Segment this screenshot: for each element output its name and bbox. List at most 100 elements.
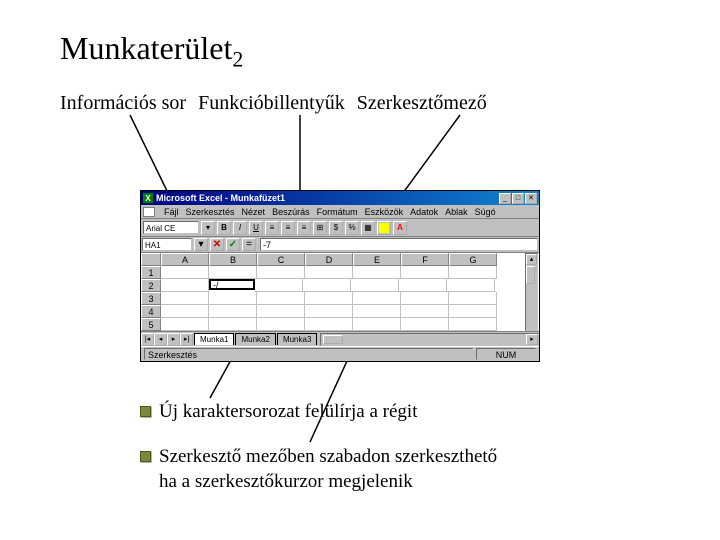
- equals-button[interactable]: =: [242, 238, 256, 251]
- cell[interactable]: [401, 266, 449, 279]
- toolbar-dropdown-icon[interactable]: ▾: [201, 221, 215, 235]
- cell[interactable]: [257, 266, 305, 279]
- vertical-scrollbar[interactable]: ▴: [525, 253, 538, 331]
- cell[interactable]: [401, 305, 449, 318]
- confirm-edit-button[interactable]: ✓: [226, 238, 240, 251]
- cell[interactable]: [255, 279, 303, 292]
- namebox-dropdown-icon[interactable]: ▾: [194, 238, 208, 251]
- toolbar: Arial CE ▾ B I U ≡ ≡ ≡ ⊞ $ % ▦ A: [141, 219, 539, 237]
- cell[interactable]: [305, 305, 353, 318]
- bold-button[interactable]: B: [217, 221, 231, 235]
- cell[interactable]: [353, 318, 401, 331]
- menu-data[interactable]: Adatok: [410, 207, 438, 217]
- active-cell[interactable]: -/: [209, 279, 255, 290]
- sheet-tab-1[interactable]: Munka1: [194, 333, 234, 345]
- row-header[interactable]: 1: [141, 266, 161, 279]
- cell[interactable]: [257, 318, 305, 331]
- page-title: Munkaterület2: [60, 30, 660, 72]
- row-header[interactable]: 3: [141, 292, 161, 305]
- cell[interactable]: [353, 266, 401, 279]
- percent-button[interactable]: %: [345, 221, 359, 235]
- cell[interactable]: [161, 279, 209, 292]
- menu-window[interactable]: Ablak: [445, 207, 468, 217]
- fill-color-button[interactable]: [377, 221, 391, 235]
- cancel-edit-button[interactable]: ✕: [210, 238, 224, 251]
- cell[interactable]: [257, 292, 305, 305]
- col-header[interactable]: G: [449, 253, 497, 266]
- cell[interactable]: [351, 279, 399, 292]
- align-right-button[interactable]: ≡: [297, 221, 311, 235]
- cell[interactable]: [209, 292, 257, 305]
- merge-button[interactable]: ⊞: [313, 221, 327, 235]
- cell[interactable]: [401, 318, 449, 331]
- align-left-button[interactable]: ≡: [265, 221, 279, 235]
- menu-tools[interactable]: Eszközök: [365, 207, 404, 217]
- status-numlock: NUM: [476, 348, 536, 360]
- menu-insert[interactable]: Beszúrás: [272, 207, 310, 217]
- cell[interactable]: [353, 292, 401, 305]
- cell[interactable]: [305, 292, 353, 305]
- name-box[interactable]: HA1: [142, 238, 192, 251]
- col-header[interactable]: B: [209, 253, 257, 266]
- cell[interactable]: [449, 305, 497, 318]
- sheet-tab-2[interactable]: Munka2: [235, 333, 275, 345]
- row-header[interactable]: 4: [141, 305, 161, 318]
- cell[interactable]: [209, 318, 257, 331]
- font-color-button[interactable]: A: [393, 221, 407, 235]
- menu-help[interactable]: Súgó: [475, 207, 496, 217]
- select-all-corner[interactable]: [141, 253, 161, 266]
- cell[interactable]: [161, 266, 209, 279]
- column-headers: A B C D E F G: [161, 253, 497, 266]
- cell[interactable]: [209, 305, 257, 318]
- minimize-button[interactable]: _: [499, 193, 511, 204]
- cell[interactable]: [305, 266, 353, 279]
- cell[interactable]: [401, 292, 449, 305]
- tab-nav-first-icon[interactable]: |◂: [141, 333, 154, 346]
- cell[interactable]: [449, 266, 497, 279]
- tab-nav-next-icon[interactable]: ▸: [167, 333, 180, 346]
- cell[interactable]: [161, 318, 209, 331]
- tab-nav-prev-icon[interactable]: ◂: [154, 333, 167, 346]
- cell[interactable]: [161, 292, 209, 305]
- col-header[interactable]: A: [161, 253, 209, 266]
- cell[interactable]: [449, 318, 497, 331]
- menu-file[interactable]: Fájl: [164, 207, 179, 217]
- scroll-thumb[interactable]: [323, 335, 343, 344]
- cell[interactable]: [257, 305, 305, 318]
- cell[interactable]: [449, 292, 497, 305]
- tab-nav-last-icon[interactable]: ▸|: [180, 333, 193, 346]
- cell[interactable]: [161, 305, 209, 318]
- menu-view[interactable]: Nézet: [242, 207, 266, 217]
- titlebar: X Microsoft Excel - Munkafüzet1 _ □ ✕: [141, 191, 539, 205]
- cell[interactable]: [305, 318, 353, 331]
- cell[interactable]: [209, 266, 257, 279]
- maximize-button[interactable]: □: [512, 193, 524, 204]
- align-center-button[interactable]: ≡: [281, 221, 295, 235]
- font-selector[interactable]: Arial CE: [143, 221, 199, 234]
- scroll-right-icon[interactable]: ▸: [526, 334, 538, 345]
- scroll-up-icon[interactable]: ▴: [526, 254, 537, 265]
- sheet-tab-3[interactable]: Munka3: [277, 333, 317, 345]
- borders-button[interactable]: ▦: [361, 221, 375, 235]
- col-header[interactable]: D: [305, 253, 353, 266]
- cell[interactable]: [353, 305, 401, 318]
- cell[interactable]: [447, 279, 495, 292]
- cell[interactable]: [303, 279, 351, 292]
- menu-edit[interactable]: Szerkesztés: [186, 207, 235, 217]
- currency-button[interactable]: $: [329, 221, 343, 235]
- col-header[interactable]: E: [353, 253, 401, 266]
- menu-format[interactable]: Formátum: [317, 207, 358, 217]
- title-sub: 2: [232, 46, 243, 71]
- underline-button[interactable]: U: [249, 221, 263, 235]
- italic-button[interactable]: I: [233, 221, 247, 235]
- scroll-thumb[interactable]: [526, 266, 535, 284]
- cell[interactable]: [399, 279, 447, 292]
- col-header[interactable]: F: [401, 253, 449, 266]
- formula-input[interactable]: -7: [260, 238, 538, 251]
- horizontal-scrollbar[interactable]: ▸: [320, 333, 539, 346]
- col-header[interactable]: C: [257, 253, 305, 266]
- row-header[interactable]: 2: [141, 279, 161, 292]
- note-edit-field: Szerkesztő mezőben szabadon szerkeszthet…: [140, 445, 497, 494]
- row-header[interactable]: 5: [141, 318, 161, 331]
- close-button[interactable]: ✕: [525, 193, 537, 204]
